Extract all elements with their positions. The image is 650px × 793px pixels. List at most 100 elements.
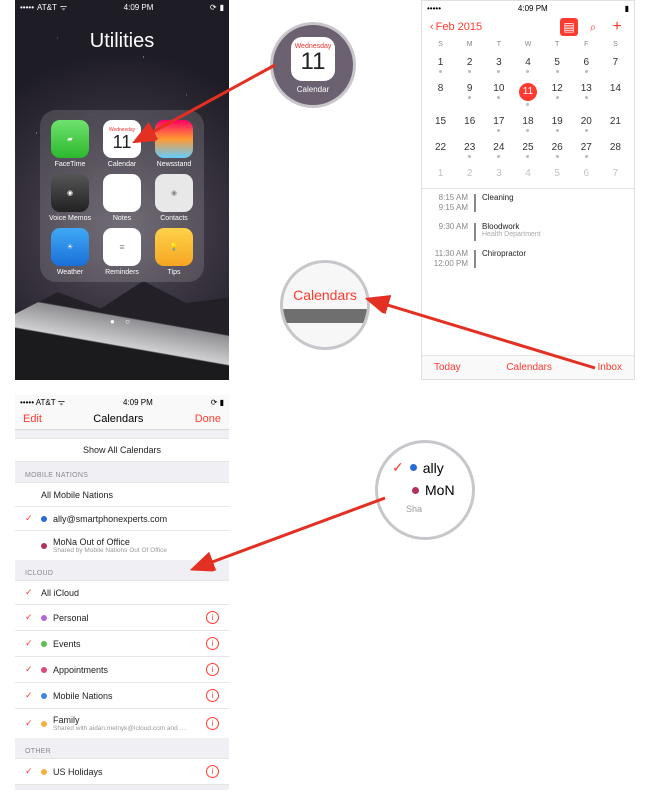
edit-button[interactable]: Edit <box>23 413 42 425</box>
day-cell[interactable]: 19 <box>543 111 572 137</box>
voice-memos-icon: ◉ <box>51 174 89 212</box>
folder-title: Utilities <box>15 30 229 53</box>
day-cell[interactable]: 11 <box>513 78 542 111</box>
calendars-list-screen: ••••• AT&T ᯤ4:09 PM⟳ ▮ Edit Calendars Do… <box>15 395 229 790</box>
app-contacts[interactable]: ◉Contacts <box>150 174 198 222</box>
day-cell[interactable]: 4 <box>513 52 542 78</box>
info-icon[interactable]: i <box>206 637 219 650</box>
arrow-icon <box>190 490 400 580</box>
day-cell[interactable]: 22 <box>426 137 455 163</box>
app-voice-memos[interactable]: ◉Voice Memos <box>46 174 94 222</box>
utilities-folder-screen: •••••AT&Tᯤ 4:09 PM ⟳▮ Utilities ▰FaceTim… <box>15 0 229 380</box>
day-cell[interactable]: 24 <box>484 137 513 163</box>
chevron-left-icon: ‹ <box>430 21 434 33</box>
day-cell[interactable]: 15 <box>426 111 455 137</box>
day-cell[interactable]: 17 <box>484 111 513 137</box>
day-cell[interactable]: 8 <box>426 78 455 111</box>
calendar-row[interactable]: ✓All iCloud <box>15 580 229 604</box>
page-title: Calendars <box>93 413 143 425</box>
arrow-icon <box>365 290 615 380</box>
app-facetime[interactable]: ▰FaceTime <box>46 120 94 168</box>
app-tips[interactable]: 💡Tips <box>150 228 198 276</box>
day-cell[interactable]: 6 <box>572 163 601 184</box>
info-icon[interactable]: i <box>206 663 219 676</box>
info-icon[interactable]: i <box>206 765 219 778</box>
color-dot-icon <box>41 615 47 621</box>
color-dot-icon <box>41 721 47 727</box>
calendar-row[interactable]: ✓Eventsi <box>15 630 229 656</box>
day-cell[interactable]: 12 <box>543 78 572 111</box>
calendar-row[interactable]: ✓US Holidaysi <box>15 758 229 785</box>
view-toggle-button[interactable]: ▤ <box>560 18 578 36</box>
event-row[interactable]: 9:30 AMBloodworkHealth Department <box>422 218 634 245</box>
color-dot-icon <box>41 693 47 699</box>
color-dot-icon <box>41 641 47 647</box>
events-list: 8:15 AM9:15 AMCleaning9:30 AMBloodworkHe… <box>422 188 634 274</box>
color-dot-icon <box>41 516 47 522</box>
day-cell[interactable]: 7 <box>601 163 630 184</box>
app-weather[interactable]: ☀Weather <box>46 228 94 276</box>
event-row[interactable]: 11:30 AM12:00 PMChiropractor <box>422 245 634 274</box>
section-header: MOBILE NATIONS <box>15 462 229 482</box>
callout-calendar-icon: Wednesday 11 Calendar <box>270 22 356 108</box>
day-cell[interactable]: 20 <box>572 111 601 137</box>
day-cell[interactable]: 18 <box>513 111 542 137</box>
search-icon[interactable]: ⌕ <box>584 18 602 36</box>
calendar-row[interactable]: ✓FamilyShared with aidan.melnyk@icloud.c… <box>15 708 229 738</box>
app-reminders[interactable]: ≡Reminders <box>98 228 146 276</box>
check-icon: ✓ <box>25 718 35 729</box>
contacts-icon: ◉ <box>155 174 193 212</box>
day-cell[interactable]: 21 <box>601 111 630 137</box>
day-cell[interactable]: 5 <box>543 52 572 78</box>
calendar-row[interactable]: ✓Appointmentsi <box>15 656 229 682</box>
day-cell[interactable]: 3 <box>484 52 513 78</box>
check-icon: ✓ <box>25 638 35 649</box>
day-cell[interactable]: 3 <box>484 163 513 184</box>
day-cell[interactable]: 2 <box>455 163 484 184</box>
notes-icon: ≡ <box>103 174 141 212</box>
check-icon: ✓ <box>25 664 35 675</box>
day-cell[interactable]: 9 <box>455 78 484 111</box>
day-cell[interactable]: 1 <box>426 163 455 184</box>
color-dot-icon <box>41 769 47 775</box>
done-button[interactable]: Done <box>195 413 221 425</box>
calendar-row[interactable]: ✓Mobile Nationsi <box>15 682 229 708</box>
status-bar: •••••AT&Tᯤ 4:09 PM ⟳▮ <box>15 0 229 14</box>
day-cell[interactable]: 13 <box>572 78 601 111</box>
day-cell[interactable]: 23 <box>455 137 484 163</box>
nav-bar: Edit Calendars Done <box>15 409 229 430</box>
day-cell[interactable]: 25 <box>513 137 542 163</box>
day-cell[interactable]: 6 <box>572 52 601 78</box>
month-grid[interactable]: 1234567891011121314151617181920212223242… <box>422 52 634 184</box>
app-notes[interactable]: ≡Notes <box>98 174 146 222</box>
day-cell[interactable]: 7 <box>601 52 630 78</box>
day-cell[interactable]: 26 <box>543 137 572 163</box>
status-bar: •••••4:09 PM▮ <box>422 1 634 15</box>
facetime-icon: ▰ <box>51 120 89 158</box>
check-icon: ✓ <box>392 459 404 476</box>
day-cell[interactable]: 2 <box>455 52 484 78</box>
section-header: OTHER <box>15 738 229 758</box>
back-button[interactable]: ‹Feb 2015 <box>430 21 482 33</box>
info-icon[interactable]: i <box>206 717 219 730</box>
show-all-calendars[interactable]: Show All Calendars <box>15 438 229 462</box>
day-cell[interactable]: 10 <box>484 78 513 111</box>
page-dots: ● ○ <box>15 317 229 326</box>
check-icon: ✓ <box>25 612 35 623</box>
day-cell[interactable]: 4 <box>513 163 542 184</box>
day-cell[interactable]: 27 <box>572 137 601 163</box>
info-icon[interactable]: i <box>206 689 219 702</box>
info-icon[interactable]: i <box>206 611 219 624</box>
day-cell[interactable]: 1 <box>426 52 455 78</box>
add-event-button[interactable]: + <box>608 18 626 36</box>
day-cell[interactable]: 14 <box>601 78 630 111</box>
color-dot-icon <box>41 667 47 673</box>
event-row[interactable]: 8:15 AM9:15 AMCleaning <box>422 189 634 218</box>
day-cell[interactable]: 5 <box>543 163 572 184</box>
check-icon: ✓ <box>25 766 35 777</box>
check-icon: ✓ <box>25 690 35 701</box>
calendar-row[interactable]: ✓Personali <box>15 604 229 630</box>
day-cell[interactable]: 28 <box>601 137 630 163</box>
weekday-header: SMTWTFS <box>422 39 634 52</box>
day-cell[interactable]: 16 <box>455 111 484 137</box>
